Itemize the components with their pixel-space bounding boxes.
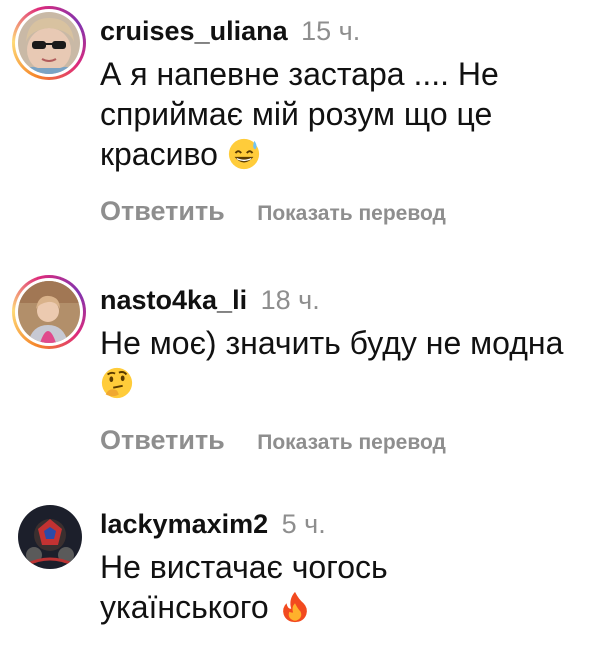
thinking-face-icon [101, 367, 133, 399]
reply-button[interactable]: Ответить [100, 196, 225, 226]
show-translation-button[interactable]: Показать перевод [257, 202, 446, 225]
avatar[interactable] [18, 12, 80, 74]
fire-icon [282, 591, 307, 623]
comment-text-line: Не моє) значить буду не модна [100, 325, 564, 361]
comment-actions: Ответить Показать перевод [100, 425, 592, 456]
timestamp: 5 ч. [281, 509, 326, 539]
comment-text-line: укаїнського [100, 589, 269, 625]
comment-text: Не вистачає чогось укаїнського [100, 547, 592, 627]
comment-actions: Ответить Показать перевод [100, 196, 592, 227]
timestamp: 15 ч. [301, 16, 361, 46]
avatar-story-ring[interactable] [12, 275, 86, 349]
username[interactable]: lackymaxim2 [100, 509, 268, 539]
comment-text-line: красиво [100, 136, 218, 172]
show-translation-button[interactable]: Показать перевод [257, 431, 446, 454]
avatar[interactable] [18, 505, 82, 569]
comment-text: Не моє) значить буду не модна [100, 323, 592, 403]
timestamp: 18 ч. [260, 285, 320, 315]
avatar-story-ring[interactable] [12, 6, 86, 80]
comment-text-line: сприймає мій розум що це [100, 96, 493, 132]
username[interactable]: cruises_uliana [100, 16, 288, 46]
grinning-face-with-sweat-icon [228, 138, 259, 170]
reply-button[interactable]: Ответить [100, 425, 225, 455]
comment-text-line: Не вистачає чогось [100, 549, 388, 585]
avatar-wrapper[interactable] [18, 505, 82, 569]
avatar[interactable] [18, 281, 80, 343]
comment-text: А я напевне застара .... Не сприймає мій… [100, 54, 592, 174]
username[interactable]: nasto4ka_li [100, 285, 247, 315]
comment-text-line: А я напевне застара .... Не [100, 56, 499, 92]
